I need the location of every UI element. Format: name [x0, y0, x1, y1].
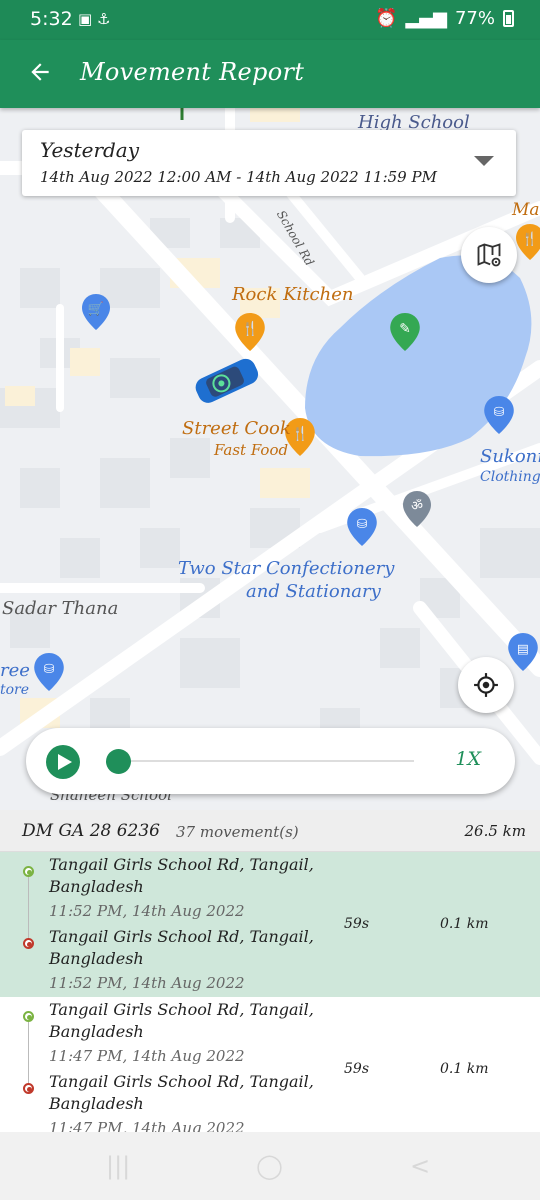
playback-speed-button[interactable]: 1X — [455, 748, 481, 770]
map-canvas — [0, 108, 540, 765]
my-location-button[interactable] — [458, 657, 514, 713]
map-label-ree: ree — [0, 660, 30, 681]
movement-distance: 0.1 km — [440, 1061, 489, 1077]
notification-icons: ▣ ⚓ — [78, 10, 111, 28]
map-label-street-cook: Street Cook — [182, 418, 291, 439]
svg-text:🍴: 🍴 — [241, 320, 258, 337]
map-layers-button[interactable] — [461, 227, 517, 283]
from-address: Tangail Girls School Rd, Tangail, Bangla… — [49, 855, 314, 896]
route-line — [28, 872, 29, 940]
svg-text:✎: ✎ — [399, 321, 411, 337]
movement-list: Tangail Girls School Rd, Tangail, Bangla… — [0, 852, 540, 1132]
map-label-sadar-thana: Sadar Thana — [2, 598, 119, 619]
playback-bar: 1X — [26, 728, 515, 794]
system-nav-bar: ||| ◯ < — [0, 1132, 540, 1200]
map-label-two-star-1: Two Star Confectionery — [178, 558, 395, 579]
movement-count: 37 movement(s) — [176, 823, 299, 841]
home-icon[interactable]: ◯ — [256, 1152, 283, 1180]
chevron-down-icon[interactable] — [474, 156, 494, 166]
date-range-selector[interactable]: Yesterday 14th Aug 2022 12:00 AM - 14th … — [22, 130, 516, 196]
map-label-tore: tore — [0, 682, 30, 698]
to-time: 11:52 PM, 14th Aug 2022 — [49, 974, 245, 992]
page-title: Movement Report — [80, 58, 305, 86]
arrow-left-icon — [31, 63, 49, 81]
list-item[interactable]: Tangail Girls School Rd, Tangail, Bangla… — [0, 852, 540, 997]
svg-text:⛁: ⛁ — [494, 404, 505, 419]
app-bar: Movement Report — [0, 40, 540, 108]
svg-text:ॐ: ॐ — [411, 499, 423, 514]
back-button[interactable] — [22, 54, 58, 90]
playback-track[interactable] — [118, 760, 414, 762]
map-label-two-star-2: and Stationary — [246, 581, 381, 602]
back-nav-icon[interactable]: < — [410, 1152, 430, 1180]
svg-text:🍴: 🍴 — [291, 425, 308, 442]
recents-icon[interactable]: ||| — [106, 1152, 130, 1180]
total-distance: 26.5 km — [464, 822, 526, 840]
start-point-icon — [23, 1011, 34, 1022]
to-time: 11:47 PM, 14th Aug 2022 — [49, 1119, 245, 1132]
route-line — [28, 1017, 29, 1085]
date-range-label: Yesterday — [40, 138, 140, 162]
system-icons: ⏰ ▂▄▆ 77% — [375, 8, 514, 29]
to-address: Tangail Girls School Rd, Tangail, Bangla… — [49, 927, 314, 968]
from-time: 11:47 PM, 14th Aug 2022 — [49, 1047, 245, 1065]
play-button[interactable] — [46, 745, 80, 779]
signal-icon: ▂▄▆ — [405, 8, 447, 29]
map-label-clothing: Clothing s — [480, 469, 540, 485]
battery-percent: 77% — [454, 8, 495, 29]
crosshair-icon — [474, 673, 498, 697]
svg-text:⛁: ⛁ — [44, 661, 55, 676]
svg-text:⛁: ⛁ — [357, 516, 368, 531]
movement-distance: 0.1 km — [440, 916, 489, 932]
svg-text:🍴: 🍴 — [522, 231, 538, 247]
start-point-icon — [23, 866, 34, 877]
movement-duration: 59s — [344, 1061, 369, 1077]
from-time: 11:52 PM, 14th Aug 2022 — [49, 902, 245, 920]
svg-text:🛒: 🛒 — [88, 301, 104, 317]
map-label-fast-food: Fast Food — [214, 441, 289, 459]
status-bar: 5:32 ▣ ⚓ ⏰ ▂▄▆ 77% — [0, 0, 540, 40]
svg-text:▤: ▤ — [517, 641, 529, 656]
map-label-ma: Ma — [512, 200, 540, 220]
vehicle-summary: DM GA 28 6236 37 movement(s) 26.5 km — [0, 810, 540, 852]
alarm-icon: ⏰ — [375, 8, 398, 29]
date-range-dates: 14th Aug 2022 12:00 AM - 14th Aug 2022 1… — [40, 168, 437, 186]
map-settings-icon — [477, 243, 501, 267]
map-view[interactable]: 🛒 🍴 ✎ 🍴 🍴 ⛁ ⛁ ॐ ⛁ ▤ High School School R… — [0, 108, 540, 810]
movement-duration: 59s — [344, 916, 369, 932]
playback-slider-thumb[interactable] — [106, 749, 131, 774]
from-address: Tangail Girls School Rd, Tangail, Bangla… — [49, 1000, 314, 1041]
vehicle-plate: DM GA 28 6236 — [22, 821, 161, 841]
to-address: Tangail Girls School Rd, Tangail, Bangla… — [49, 1072, 314, 1113]
list-item[interactable]: Tangail Girls School Rd, Tangail, Bangla… — [0, 997, 540, 1132]
battery-icon — [503, 10, 514, 27]
end-point-icon — [23, 938, 34, 949]
status-time: 5:32 — [30, 8, 73, 30]
end-point-icon — [23, 1083, 34, 1094]
map-label-rock-kitchen: Rock Kitchen — [232, 284, 354, 305]
map-label-sukonna: Sukonr — [480, 446, 540, 467]
